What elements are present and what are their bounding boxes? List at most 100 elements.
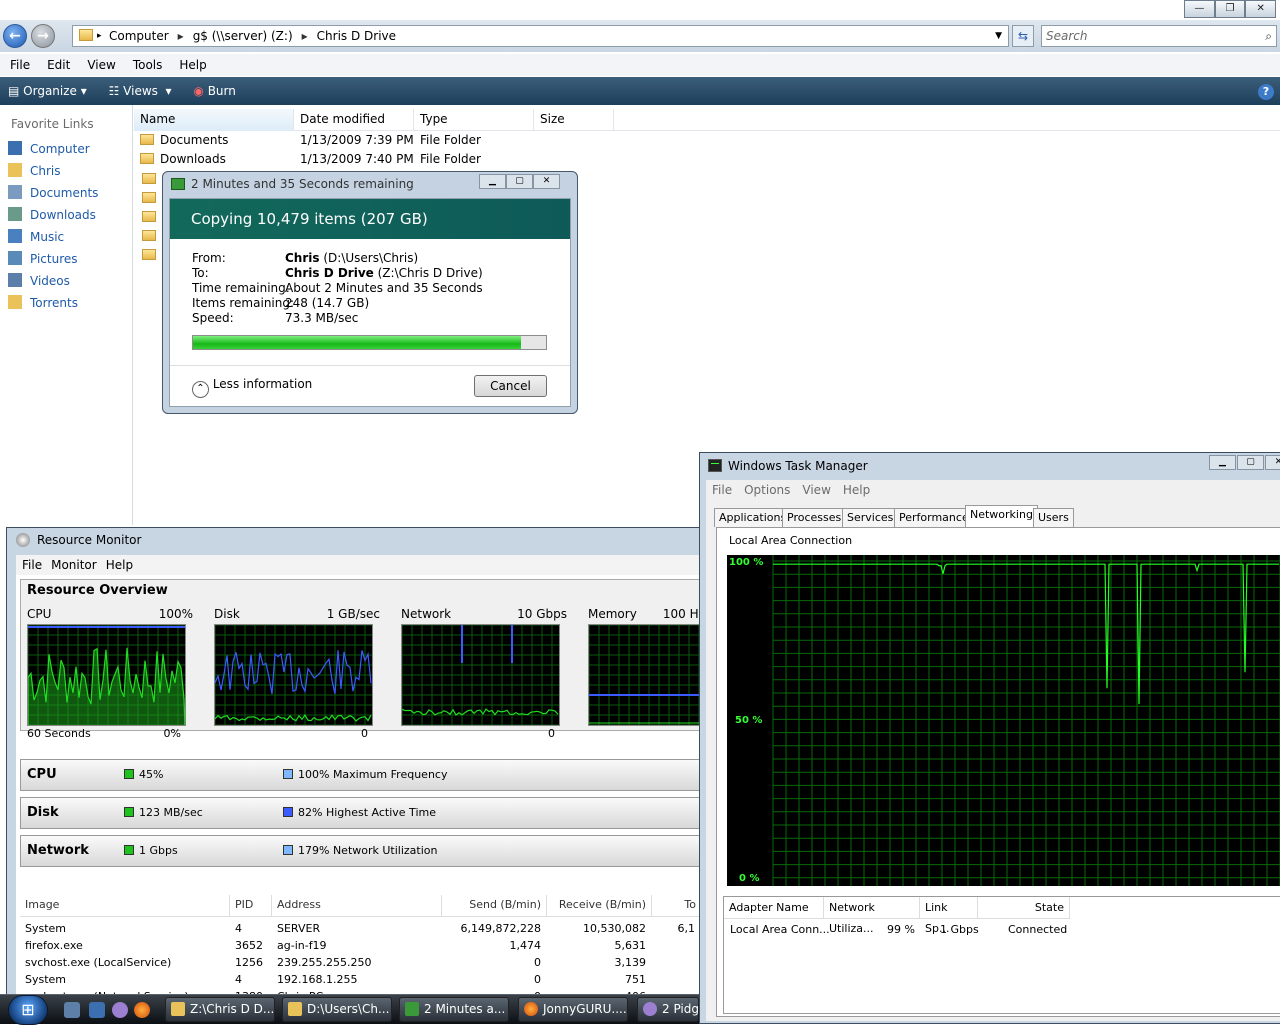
fav-torrents[interactable]: Torrents [8,293,78,313]
search-icon[interactable]: ⌕ [1265,26,1272,46]
file-row[interactable]: Downloads 1/13/2009 7:40 PM File Folder [140,150,481,169]
menu-view[interactable]: View [77,54,122,76]
breadcrumb-server[interactable]: g$ (\\server) (Z:) [193,29,293,43]
fav-videos[interactable]: Videos [8,271,70,291]
burn-button[interactable]: ◉ Burn [185,77,245,105]
address-bar[interactable]: ▸ Computer ▸ g$ (\\server) (Z:) ▸ Chris D Dr… [72,25,1009,47]
fav-pictures[interactable]: Pictures [8,249,78,269]
start-button[interactable]: ⊞ [8,995,48,1025]
menu-file[interactable]: File [0,54,37,76]
folder-icon [142,173,156,184]
column-type[interactable]: Type [414,109,534,131]
less-information-button[interactable]: ⌃ Less information [192,377,312,398]
menu-help[interactable]: Help [104,555,140,575]
pictures-icon [8,251,22,265]
maximize-button[interactable]: ❐ [1214,0,1246,18]
dropdown-arrow-icon[interactable]: ▼ [995,26,1002,46]
from-name[interactable]: Chris [285,251,320,265]
search-input[interactable]: Search ⌕ [1041,25,1277,47]
menu-file[interactable]: File [16,555,49,575]
tab-processes[interactable]: Processes [782,508,847,527]
views-button[interactable]: ☷ Views ▾ [101,77,182,105]
menu-monitor[interactable]: Monitor [49,555,104,575]
to-name[interactable]: Chris D Drive [285,266,374,280]
menu-view[interactable]: View [796,480,836,501]
taskbar-button-pidgin[interactable]: 2 Pidg [637,997,699,1022]
menu-tools[interactable]: Tools [123,54,170,76]
menu-options[interactable]: Options [738,480,796,501]
col-address[interactable]: Address [272,895,442,917]
from-path: (D:\Users\Chris) [323,251,419,265]
maximize-button[interactable]: ▢ [506,174,533,189]
col-link-speed[interactable]: Link Sp... [920,897,978,935]
cpu-graph-panel: CPU 100% 60 Seconds 0% [21,606,201,740]
fav-music[interactable]: Music [8,227,64,247]
column-date-modified[interactable]: Date modified [294,109,414,131]
explorer-title-buttons: — ❐ ✕ [1184,0,1277,18]
table-cell: 1,474 [509,939,542,952]
col-send[interactable]: Send (B/min) [442,895,547,917]
col-image[interactable]: Image [20,895,230,917]
show-desktop-icon[interactable] [64,1002,80,1018]
fav-chris[interactable]: Chris [8,161,61,181]
table-row[interactable]: svchost.exe (LocalService) 1256 239.255.25… [20,954,701,971]
col-pid[interactable]: PID [230,895,272,917]
burn-label: Burn [207,84,236,98]
command-bar: ▤ Organize ▾ ☷ Views ▾ ◉ Burn [0,77,1280,105]
table-row[interactable]: System 4 SERVER 6,149,872,228 10,530,082 6,1 [20,920,701,937]
table-cell: ag-in-f19 [277,939,327,952]
menu-help[interactable]: Help [169,54,213,76]
minimize-button[interactable]: ▁ [1209,455,1236,470]
fav-documents[interactable]: Documents [8,183,98,203]
organize-button[interactable]: ▤ Organize ▾ [0,77,97,105]
graph-name: CPU [27,607,52,621]
tab-performance[interactable]: Performance [894,508,974,527]
taskbar-button-explorer-z[interactable]: Z:\Chris D D... [165,997,275,1022]
cancel-button[interactable]: Cancel [474,375,547,397]
col-state[interactable]: State [978,897,1070,919]
help-icon[interactable]: ? [1258,84,1274,100]
minimize-button[interactable]: — [1184,0,1215,18]
col-network-utilization[interactable]: Network Utiliza... [824,897,920,935]
fav-downloads[interactable]: Downloads [8,205,96,225]
back-button[interactable]: ← [3,24,27,48]
pidgin-icon[interactable] [112,1002,128,1018]
folder-icon [142,230,156,241]
col-receive[interactable]: Receive (B/min) [547,895,652,917]
close-button[interactable]: ✕ [533,174,560,189]
disk-section[interactable]: Disk 123 MB/sec 82% Highest Active Time [20,797,701,829]
table-row[interactable]: firefox.exe 3652 ag-in-f19 1,474 5,631 [20,937,701,954]
close-button[interactable]: ✕ [1245,0,1277,18]
cpu-section[interactable]: CPU 45% 100% Maximum Frequency [20,759,701,791]
task-manager-title: Windows Task Manager [728,459,868,473]
file-row[interactable]: Documents 1/13/2009 7:39 PM File Folder [140,131,481,150]
col-total[interactable]: To [652,895,701,917]
menu-help[interactable]: Help [837,480,876,501]
taskbar-button-copy[interactable]: 2 Minutes a... [399,997,509,1022]
refresh-button[interactable]: ⇆ [1012,25,1034,47]
forward-button[interactable]: → [31,24,55,48]
switch-windows-icon[interactable] [89,1002,105,1018]
tab-users[interactable]: Users [1033,508,1074,527]
table-row[interactable]: System 4 192.168.1.255 0 751 [20,971,701,988]
column-name[interactable]: Name [134,109,294,131]
tab-applications[interactable]: Applications [714,508,792,527]
tab-networking[interactable]: Networking [965,505,1038,528]
tab-services[interactable]: Services [842,508,899,527]
taskbar-button-explorer-d[interactable]: D:\Users\Ch... [282,997,392,1022]
close-button[interactable]: ✕ [1265,455,1280,470]
minimize-button[interactable]: ▁ [479,174,506,189]
menu-edit[interactable]: Edit [37,54,77,76]
menu-file[interactable]: File [706,480,738,501]
taskbar-button-firefox[interactable]: JonnyGURU.... [518,997,628,1022]
firefox-icon[interactable] [134,1002,150,1018]
fav-computer[interactable]: Computer [8,139,90,159]
breadcrumb-current[interactable]: Chris D Drive [317,29,396,43]
memory-graph-panel: Memory 100 Ha [582,606,702,736]
adapter-name[interactable]: Local Area Conn... [730,923,830,936]
column-size[interactable]: Size [534,109,614,131]
maximize-button[interactable]: ▢ [1237,455,1264,470]
breadcrumb-computer[interactable]: Computer [109,29,169,43]
col-adapter-name[interactable]: Adapter Name [724,897,824,919]
network-section[interactable]: Network 1 Gbps 179% Network Utilization [20,835,701,867]
